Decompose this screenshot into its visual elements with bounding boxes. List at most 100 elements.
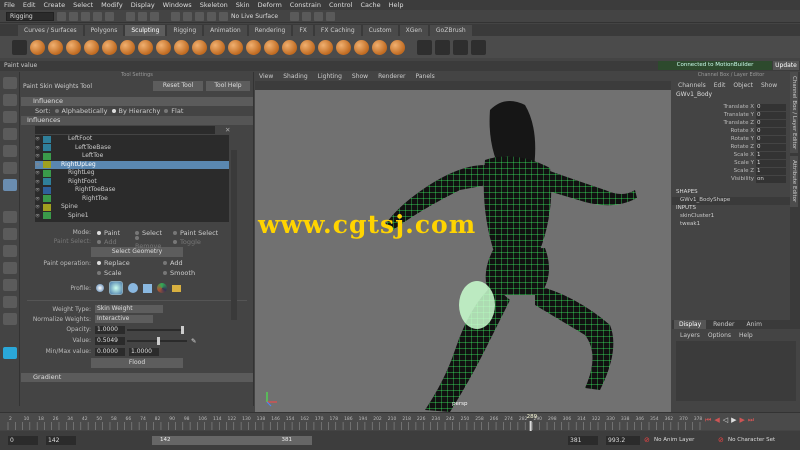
layout-outliner-icon[interactable]	[3, 279, 17, 291]
channel-menu-object[interactable]: Object	[733, 82, 753, 89]
open-scene-icon[interactable]	[69, 11, 78, 21]
visibility-icon[interactable]: 👁	[35, 161, 43, 170]
freeze-tool-icon[interactable]	[336, 39, 351, 55]
render-settings-icon[interactable]	[314, 11, 324, 21]
sculpt-settings-icon[interactable]	[453, 39, 468, 55]
viewport-menu-renderer[interactable]: Renderer	[378, 73, 405, 80]
min-value-field[interactable]: 0.0000	[95, 347, 125, 356]
pinch-tool-icon[interactable]	[102, 39, 117, 55]
viewport-menu-lighting[interactable]: Lighting	[318, 73, 342, 80]
input-node[interactable]: skinCluster1	[680, 213, 790, 221]
menu-edit[interactable]: Edit	[23, 1, 36, 9]
paint-op-scale[interactable]: Scale	[97, 269, 157, 277]
layout-side-icon[interactable]	[3, 245, 17, 257]
menu-modify[interactable]: Modify	[101, 1, 123, 9]
channel-menu-edit[interactable]: Edit	[714, 82, 726, 89]
go-to-start-icon[interactable]: ⏮	[705, 416, 711, 425]
channel-name[interactable]: Translate X	[724, 104, 755, 110]
channel-name[interactable]: Rotate X	[730, 128, 754, 134]
menu-cache[interactable]: Cache	[360, 1, 380, 9]
unmask-tool-icon[interactable]	[390, 39, 405, 55]
step-back-icon[interactable]: ◀	[714, 416, 719, 425]
channel-name[interactable]: Translate Z	[724, 120, 755, 126]
sculpt-tool-icon[interactable]	[30, 39, 45, 55]
channel-name[interactable]: Rotate Y	[731, 136, 754, 142]
smooth-tool-icon[interactable]	[48, 39, 63, 55]
viewport-canvas[interactable]	[255, 90, 671, 412]
menu-file[interactable]: File	[4, 1, 15, 9]
select-tool-icon[interactable]	[3, 77, 17, 89]
channel-value[interactable]: 0	[756, 135, 786, 143]
visibility-icon[interactable]: 👁	[35, 135, 43, 144]
render-icon[interactable]	[290, 11, 300, 21]
shelf-tab-curves-surfaces[interactable]: Curves / Surfaces	[18, 24, 83, 36]
layer-tab-display[interactable]: Display	[674, 320, 707, 329]
layer-menu-help[interactable]: Help	[739, 332, 753, 339]
side-tab-attribute-editor[interactable]: Attribute Editor	[790, 156, 798, 207]
shelf-tab-fx[interactable]: FX	[293, 24, 313, 36]
opacity-slider[interactable]	[127, 325, 184, 334]
mode-paint-select[interactable]: Paint Select	[173, 229, 218, 237]
layer-menu-options[interactable]: Options	[708, 332, 731, 339]
flood-button[interactable]: Flood	[91, 358, 183, 368]
lasso-tool-icon[interactable]	[3, 94, 17, 106]
imprint-tool-icon[interactable]	[192, 39, 207, 55]
viewport-menu-view[interactable]: View	[259, 73, 273, 80]
layer-tab-render[interactable]: Render	[708, 320, 739, 329]
bulge-tool-icon[interactable]	[300, 39, 315, 55]
current-frame-marker[interactable]: 289	[527, 414, 538, 420]
layer-list[interactable]	[676, 341, 796, 401]
relax-tool-icon[interactable]	[66, 39, 81, 55]
snap-curve-icon[interactable]	[183, 11, 192, 21]
shape-name[interactable]: GWv1_BodyShape	[672, 197, 790, 205]
flatten-tool-icon[interactable]	[120, 39, 135, 55]
menu-windows[interactable]: Windows	[163, 1, 192, 9]
channel-menu-channels[interactable]: Channels	[678, 82, 706, 89]
range-end-field[interactable]: 993.2	[606, 436, 640, 445]
sort-alphabetically[interactable]: Alphabetically	[54, 107, 108, 115]
channel-value[interactable]: 0	[756, 103, 786, 111]
profile-gaussian-icon[interactable]	[96, 284, 104, 292]
menu-select[interactable]: Select	[73, 1, 93, 9]
layer-tab-anim[interactable]: Anim	[742, 320, 767, 329]
anim-layer-dropdown[interactable]: No Anim Layer	[654, 437, 694, 443]
character-set-dropdown[interactable]: No Character Set	[728, 437, 775, 443]
reset-tool-button[interactable]: Reset Tool	[153, 81, 203, 91]
paint-op-smooth[interactable]: Smooth	[163, 269, 195, 277]
menu-skeleton[interactable]: Skeleton	[200, 1, 228, 9]
knife-tool-icon[interactable]	[264, 39, 279, 55]
clear-filter-icon[interactable]: ✕	[225, 126, 230, 134]
live-surface-icon[interactable]	[219, 11, 228, 21]
scrape-tool-icon[interactable]	[228, 39, 243, 55]
spray-tool-icon[interactable]	[156, 39, 171, 55]
range-inner-end-field[interactable]: 381	[568, 436, 598, 445]
convert-to-frozen-icon[interactable]	[354, 39, 369, 55]
select-object-icon[interactable]	[138, 11, 147, 21]
time-slider[interactable]: 2 10 18 26 34 42 50 58 66 74 82 90 98 106 114 122 130 138…	[0, 412, 800, 431]
paint-select-toggle[interactable]: Toggle	[173, 238, 201, 246]
viewport-menu-panels[interactable]: Panels	[415, 73, 434, 80]
influence-row[interactable]: 👁 RightLeg	[35, 169, 229, 178]
sculpt-extra-icon[interactable]	[471, 39, 486, 55]
visibility-icon[interactable]: 👁	[35, 212, 43, 221]
scale-tool-icon[interactable]	[3, 162, 17, 174]
profile-soft-icon[interactable]	[109, 281, 123, 295]
value-slider-handle[interactable]	[157, 336, 161, 345]
repeat-tool-icon[interactable]	[174, 39, 189, 55]
snap-plane-icon[interactable]	[207, 11, 216, 21]
channel-name[interactable]: Translate Y	[724, 112, 754, 118]
channel-value[interactable]: 1	[756, 151, 786, 159]
influence-row[interactable]: 👁 Spine1	[35, 212, 229, 221]
play-forward-icon[interactable]: ▶	[731, 416, 736, 425]
shelf-tab-animation[interactable]: Animation	[204, 24, 247, 36]
max-value-field[interactable]: 1.0000	[129, 347, 159, 356]
snap-grid-icon[interactable]	[171, 11, 180, 21]
viewport-menu-shading[interactable]: Shading	[283, 73, 307, 80]
tool-settings-scrollbar[interactable]	[231, 150, 237, 320]
snap-point-icon[interactable]	[195, 11, 204, 21]
channel-value[interactable]: 1	[756, 159, 786, 167]
channel-name[interactable]: Rotate Z	[730, 144, 754, 150]
channel-value[interactable]: 0	[756, 143, 786, 151]
paint-select-tool-icon[interactable]	[3, 111, 17, 123]
rotate-tool-icon[interactable]	[3, 145, 17, 157]
